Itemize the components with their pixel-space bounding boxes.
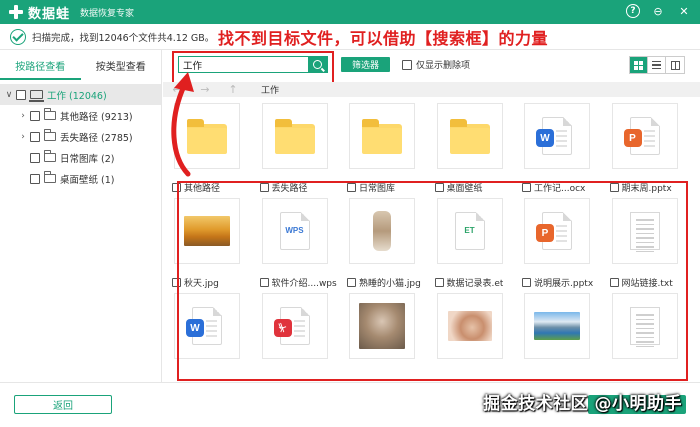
app-logo: 数据蛙 数据恢复专家 [8,3,134,22]
file-thumbnail[interactable] [261,103,328,169]
file-type-badge: P [623,129,642,147]
tab-by-path[interactable]: 按路径查看 [0,50,81,80]
annotation-highlight-files [177,181,688,381]
tree-item-daily-gallery[interactable]: 日常图库 (2) [0,147,161,168]
tree-item-label: 其他路径 (9213) [60,111,133,123]
chevron-right-icon[interactable]: › [18,132,28,142]
filter-button[interactable]: 筛选器 [341,57,390,72]
file-item[interactable]: 丢失路径 [259,103,344,193]
folder-icon [44,150,56,162]
file-item[interactable]: 日常图库 [347,103,431,193]
tree-item-desktop-wallpaper[interactable]: 桌面壁纸 (1) [0,168,161,189]
file-thumbnail[interactable]: W [524,103,590,169]
scan-status-text: 扫描完成，找到12046个文件共4.12 GB。 [32,32,215,44]
tree-checkbox[interactable] [30,110,40,121]
detail-pane-icon [670,60,680,70]
back-button[interactable]: 返回 [14,395,112,414]
detail-view-button[interactable] [666,57,684,73]
app-name: 数据蛙 [28,6,71,22]
folder-icon [362,119,402,154]
folder-icon [44,129,56,141]
up-arrow-icon[interactable]: ↑ [219,83,247,96]
tree-item-label: 日常图库 (2) [60,153,115,165]
help-icon[interactable]: ? [626,4,640,18]
tree-checkbox[interactable] [30,173,40,184]
word-file-icon: W [536,117,572,155]
annotation-callout: 找不到目标文件，可以借助【搜索框】的力量 [218,29,549,48]
folder-icon [44,108,56,120]
view-mode-tabs: 按路径查看 按类型查看 [0,50,161,80]
file-item[interactable]: P 期末周.pptx [609,103,694,193]
title-bar: 数据蛙 数据恢复专家 ? ⊖ ✕ [0,0,700,24]
folder-icon [274,119,315,154]
ppt-file-icon: P [623,117,660,155]
tab-by-type[interactable]: 按类型查看 [81,50,162,80]
path-bar: ← → ↑ 工作 [163,82,700,97]
minimize-icon[interactable]: ⊖ [650,3,666,19]
file-item[interactable]: W 工作记...ocx [522,103,606,193]
folder-icon [449,119,490,154]
tree-item-label: 丢失路径 (2785) [60,132,133,144]
folder-tree: ∨ 工作 (12046) › 其他路径 (9213) › 丢失路径 (2785)… [0,84,161,189]
tree-item-label: 桌面壁纸 (1) [60,174,115,186]
tree-checkbox[interactable] [16,89,26,100]
drive-icon [29,90,44,102]
deleted-only-checkbox[interactable] [402,59,412,70]
tree-checkbox[interactable] [30,152,40,163]
close-icon[interactable]: ✕ [676,3,692,19]
view-switch [629,56,685,74]
grid-view-button[interactable] [630,57,648,73]
chevron-down-icon[interactable]: ∨ [4,90,14,100]
folder-icon [44,171,56,183]
tree-item-work[interactable]: ∨ 工作 (12046) [0,84,161,105]
file-type-badge: W [536,129,554,147]
file-thumbnail[interactable] [349,103,415,169]
tree-item-label: 工作 (12046) [47,90,107,102]
check-circle-icon [10,28,26,45]
bottom-bar: 返回 掘金技术社区 @小明助手 [0,382,700,427]
current-path: 工作 [261,86,280,96]
deleted-only-toggle[interactable]: 仅显示删除项 [402,58,470,71]
watermark: 掘金技术社区 @小明助手 [483,394,682,414]
tree-item-lost-paths[interactable]: › 丢失路径 (2785) [0,126,161,147]
deleted-only-label: 仅显示删除项 [416,61,471,71]
tree-checkbox[interactable] [30,131,40,142]
list-icon [652,61,661,69]
sidebar: 按路径查看 按类型查看 ∨ 工作 (12046) › 其他路径 (9213) ›… [0,50,162,382]
file-thumbnail[interactable]: P [611,103,678,169]
tree-item-other-paths[interactable]: › 其他路径 (9213) [0,105,161,126]
list-view-button[interactable] [648,57,666,73]
grid-icon [634,60,643,70]
chevron-right-icon[interactable]: › [18,111,28,121]
file-thumbnail[interactable] [436,103,503,169]
annotation-arrow-icon [171,72,194,177]
file-item[interactable]: 桌面壁纸 [434,103,519,193]
logo-cross-icon [8,4,24,20]
app-subtitle: 数据恢复专家 [80,8,135,19]
